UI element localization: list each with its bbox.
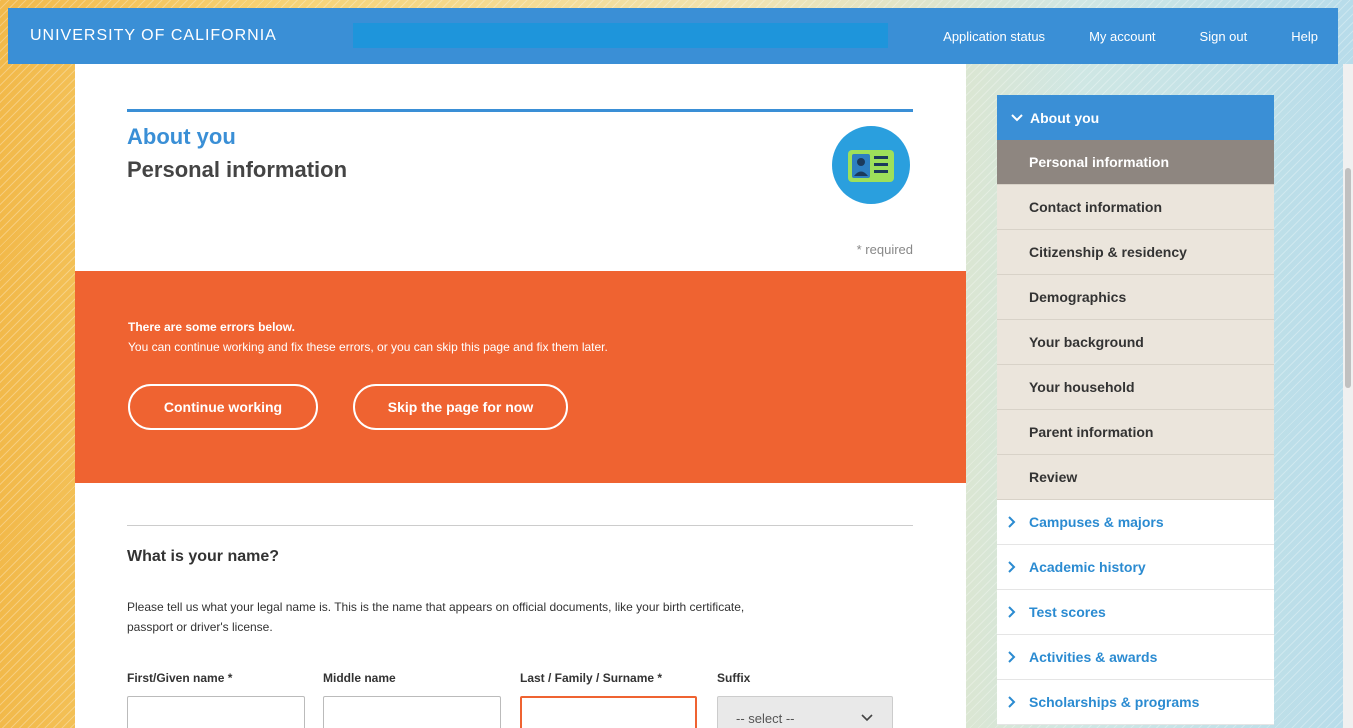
redacted-banner: [353, 23, 888, 48]
continue-working-button[interactable]: Continue working: [128, 384, 318, 430]
progress-sidebar: About you Personal information Contact i…: [997, 95, 1274, 725]
nav-help[interactable]: Help: [1291, 29, 1318, 44]
brand-title: UNIVERSITY OF CALIFORNIA: [30, 27, 277, 44]
sidebar-item-personal-information[interactable]: Personal information: [997, 140, 1274, 185]
suffix-label: Suffix: [717, 671, 751, 685]
section-divider: [127, 525, 913, 526]
sidebar-item-your-household[interactable]: Your household: [997, 365, 1274, 410]
sidebar-section-label: Academic history: [1029, 559, 1146, 575]
chevron-down-icon: [861, 714, 873, 722]
chevron-down-icon: [1011, 113, 1023, 121]
chevron-right-icon: [1008, 696, 1016, 708]
sidebar-item-parent-information[interactable]: Parent information: [997, 410, 1274, 455]
sidebar-section-test-scores[interactable]: Test scores: [997, 590, 1274, 635]
sidebar-item-contact-information[interactable]: Contact information: [997, 185, 1274, 230]
sidebar-item-review[interactable]: Review: [997, 455, 1274, 500]
chevron-right-icon: [1008, 516, 1016, 528]
first-name-input[interactable]: [127, 696, 305, 728]
sidebar-item-your-background[interactable]: Your background: [997, 320, 1274, 365]
top-nav: Application status My account Sign out H…: [943, 8, 1338, 64]
error-banner: There are some errors below. You can con…: [75, 271, 966, 483]
sidebar-section-scholarships-programs[interactable]: Scholarships & programs: [997, 680, 1274, 725]
name-question: What is your name?: [127, 548, 280, 565]
error-heading: There are some errors below.: [128, 320, 295, 334]
sidebar-section-label: Test scores: [1029, 604, 1106, 620]
scrollbar-thumb[interactable]: [1345, 168, 1351, 388]
required-note: * required: [856, 242, 913, 257]
header-divider: [127, 109, 913, 112]
chevron-right-icon: [1008, 651, 1016, 663]
suffix-select[interactable]: -- select --: [717, 696, 893, 728]
sidebar-section-label: Scholarships & programs: [1029, 694, 1200, 710]
sidebar-item-citizenship-residency[interactable]: Citizenship & residency: [997, 230, 1274, 275]
top-bar: UNIVERSITY OF CALIFORNIA Application sta…: [8, 8, 1338, 64]
chevron-right-icon: [1008, 606, 1016, 618]
last-name-label: Last / Family / Surname *: [520, 671, 663, 685]
page-scrollbar[interactable]: [1343, 64, 1353, 728]
page-title: Personal information: [127, 157, 348, 182]
sidebar-item-demographics[interactable]: Demographics: [997, 275, 1274, 320]
middle-name-input[interactable]: [323, 696, 501, 728]
nav-application-status[interactable]: Application status: [943, 29, 1045, 44]
sidebar-section-about-you[interactable]: About you: [997, 95, 1274, 140]
error-message: You can continue working and fix these e…: [128, 340, 608, 354]
skip-page-button[interactable]: Skip the page for now: [353, 384, 568, 430]
nav-my-account[interactable]: My account: [1089, 29, 1155, 44]
middle-name-label: Middle name: [323, 671, 396, 685]
sidebar-section-label: Campuses & majors: [1029, 514, 1164, 530]
name-description: Please tell us what your legal name is. …: [127, 600, 745, 634]
sidebar-section-activities-awards[interactable]: Activities & awards: [997, 635, 1274, 680]
sidebar-section-academic-history[interactable]: Academic history: [997, 545, 1274, 590]
main-panel: About you Personal information * require…: [75, 64, 966, 728]
id-card-icon: [832, 126, 910, 204]
section-title: About you: [127, 124, 236, 149]
last-name-input[interactable]: [520, 696, 697, 728]
sidebar-section-label: About you: [1030, 109, 1100, 126]
sidebar-section-label: Activities & awards: [1029, 649, 1158, 665]
first-name-label: First/Given name *: [127, 671, 233, 685]
chevron-right-icon: [1008, 561, 1016, 573]
nav-sign-out[interactable]: Sign out: [1200, 29, 1248, 44]
suffix-select-value: -- select --: [736, 711, 795, 726]
sidebar-section-campuses-majors[interactable]: Campuses & majors: [997, 500, 1274, 545]
